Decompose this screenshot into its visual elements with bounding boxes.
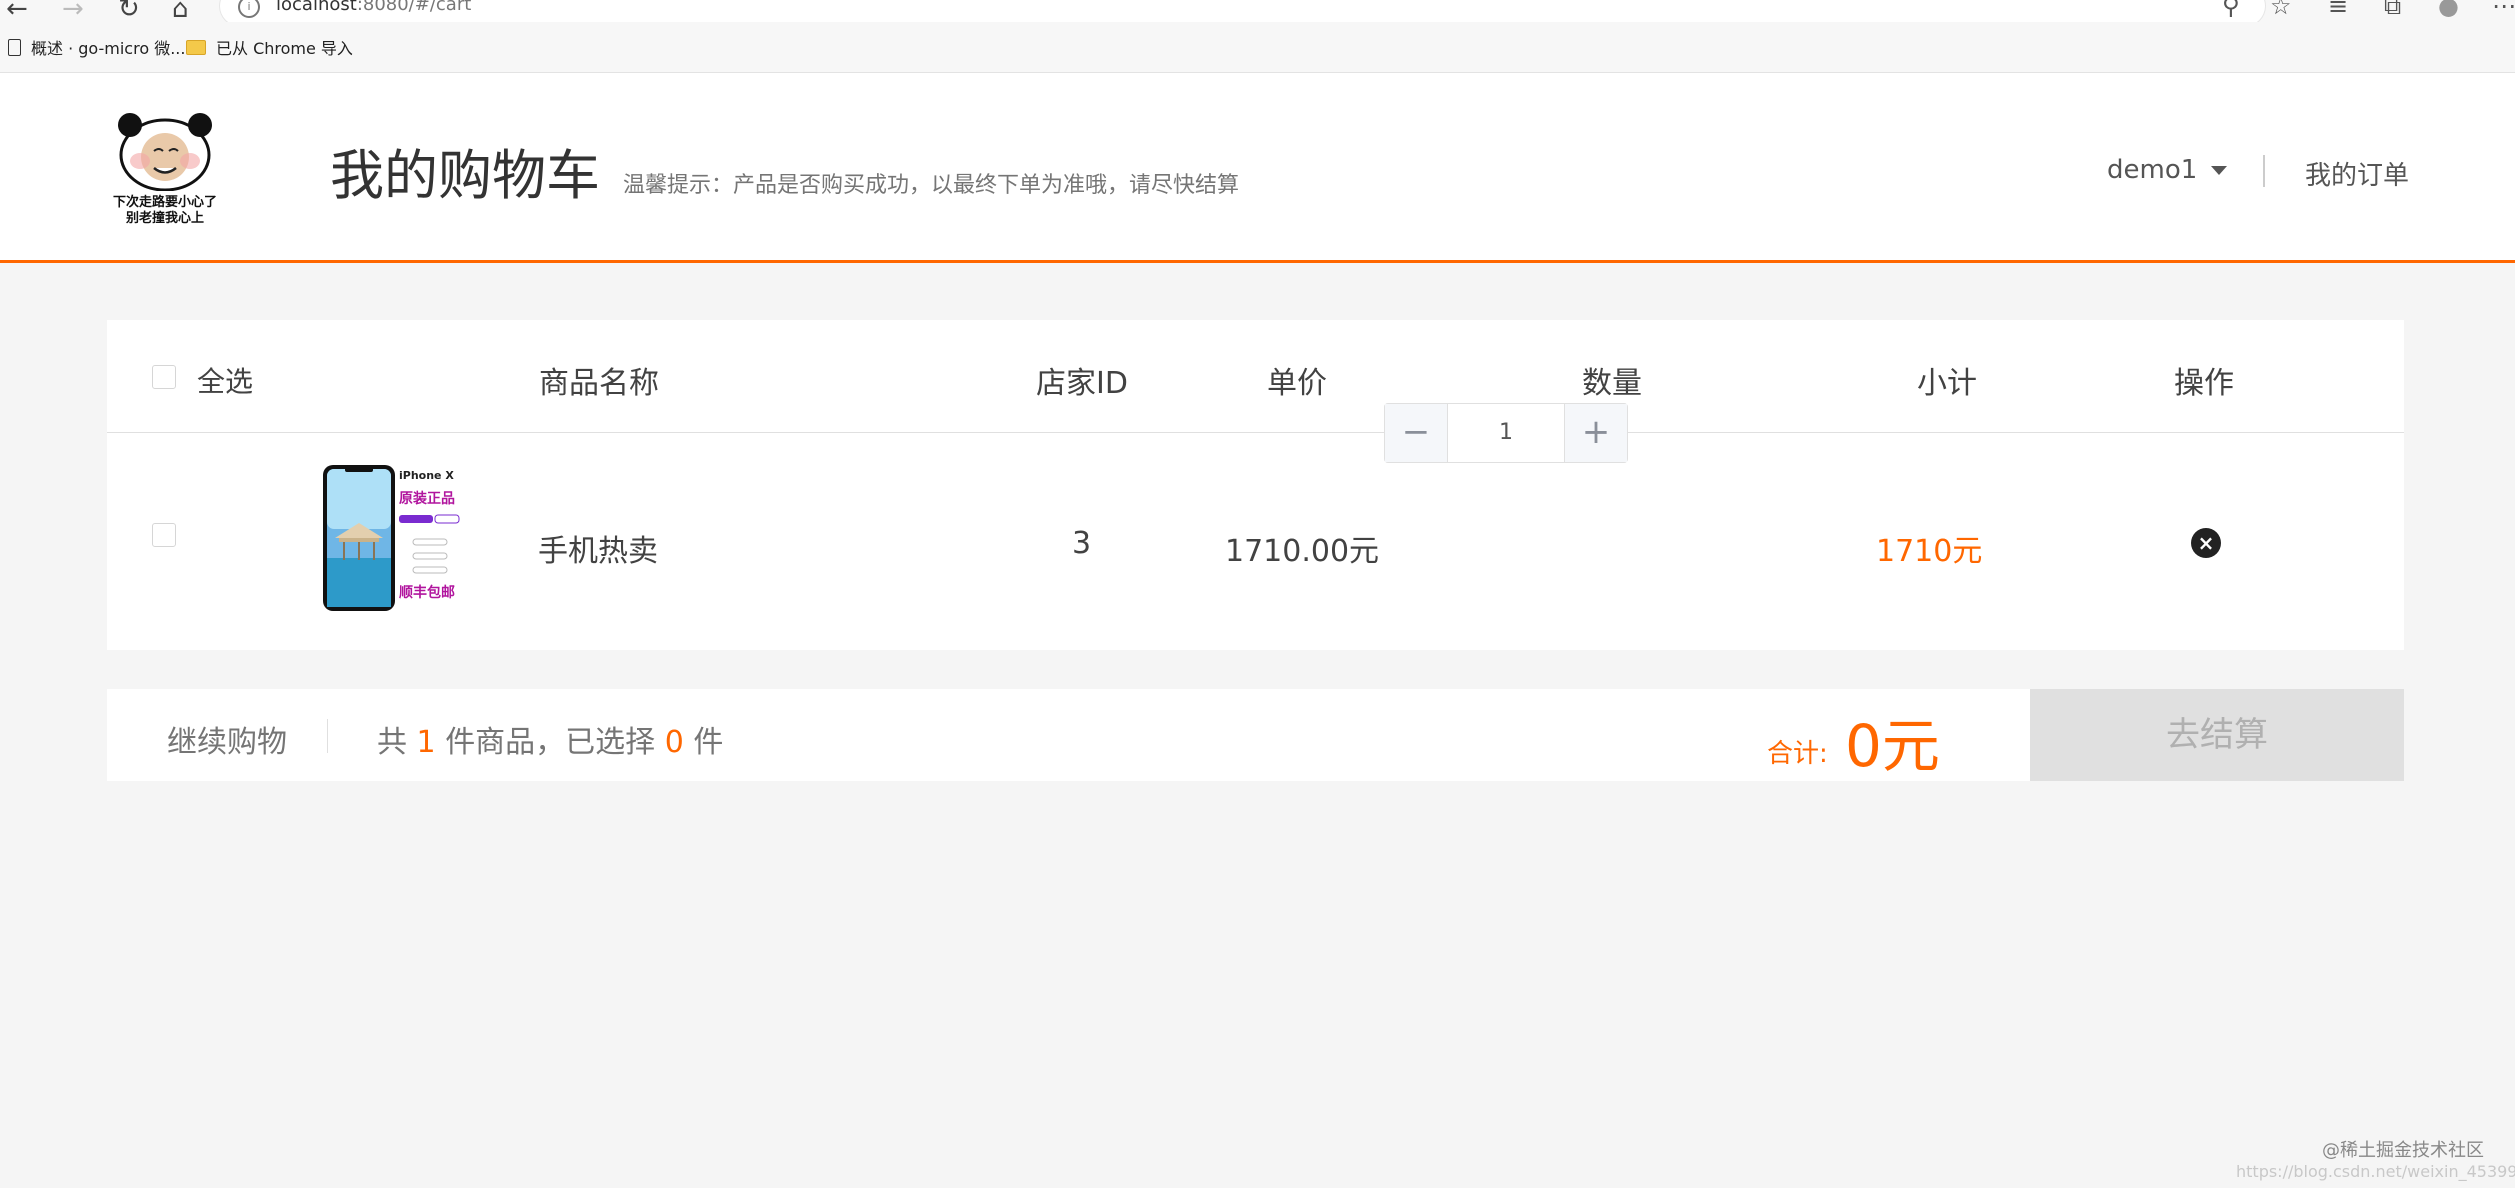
watermark-url: https://blog.csdn.net/weixin_45399523 (2236, 1162, 2515, 1181)
back-arrow-icon[interactable]: ← (6, 0, 28, 24)
item-subtotal: 1710元 (1876, 534, 1983, 569)
cart-tip: 温馨提示：产品是否购买成功，以最终下单为准哦，请尽快结算 (623, 173, 1240, 198)
bookmark-folder[interactable]: 已从 Chrome 导入 (186, 35, 353, 59)
favorite-icon[interactable]: ☆ (2270, 0, 2292, 20)
header-action: 操作 (2174, 366, 2234, 401)
forward-arrow-icon[interactable]: → (62, 0, 84, 24)
watermark: @稀土掘金技术社区 (2322, 1140, 2484, 1161)
shop-id: 3 (1072, 526, 1092, 561)
bookmarks-bar: 概述 · go-micro 微... 已从 Chrome 导入 (0, 22, 2515, 73)
product-name[interactable]: 手机热卖 (538, 526, 658, 570)
close-icon[interactable]: × (2191, 528, 2221, 558)
user-menu[interactable]: demo1 (2107, 155, 2228, 185)
plus-icon[interactable]: + (1564, 404, 1627, 462)
cart-summary-bar: 继续购物 共 1 件商品，已选择 0 件 合计: 0元 去结算 (107, 689, 2404, 781)
url-text[interactable]: localhost:8080/#/cart (276, 0, 471, 15)
summary-text: 件 (693, 725, 724, 760)
header-name: 商品名称 (539, 366, 659, 401)
bookmark-label: 已从 Chrome 导入 (216, 39, 353, 58)
logo[interactable]: 下次走路要小心了 别老撞我心上 (100, 113, 230, 231)
divider (2263, 155, 2265, 187)
more-icon[interactable]: ⋯ (2492, 0, 2515, 20)
page-title: 我的购物车 (330, 144, 600, 207)
logo-caption-line: 下次走路要小心了 (112, 195, 217, 210)
quantity-stepper[interactable]: − 1 + (1384, 403, 1628, 463)
total-count: 1 (416, 725, 436, 760)
header-quantity: 数量 (1582, 366, 1642, 401)
total-value: 0元 (1845, 712, 1940, 780)
site-header: 下次走路要小心了 别老撞我心上 我的购物车 温馨提示：产品是否购买成功，以最终下… (0, 73, 2515, 263)
selected-count: 0 (664, 725, 684, 760)
zoom-icon[interactable]: ⚲ (2222, 0, 2240, 20)
minus-icon[interactable]: − (1385, 404, 1448, 462)
product-image-model: iPhone X (399, 469, 454, 482)
my-orders-link[interactable]: 我的订单 (2305, 155, 2409, 192)
checkout-button[interactable]: 去结算 (2030, 689, 2404, 781)
reload-icon[interactable]: ↻ (118, 0, 140, 24)
caret-down-icon (2211, 165, 2228, 175)
browser-toolbar: ← → ↻ ⌂ i localhost:8080/#/cart ⚲ ☆ ≡ ⧉ … (0, 0, 2515, 26)
header-shop-id: 店家ID (1036, 366, 1128, 401)
bookmark-item[interactable]: 概述 · go-micro 微... (8, 35, 185, 59)
product-image-tag: 原装正品 (399, 490, 455, 507)
panda-face-icon (118, 113, 212, 191)
logo-caption-line: 别老撞我心上 (125, 211, 204, 226)
continue-shopping-link[interactable]: 继续购物 (167, 717, 287, 761)
folder-icon (186, 39, 206, 55)
quantity-input[interactable]: 1 (1447, 404, 1565, 462)
total-label: 合计: (1767, 739, 1828, 769)
extensions-icon[interactable]: ⧉ (2384, 0, 2401, 20)
collections-icon[interactable]: ≡ (2328, 0, 2348, 20)
product-image[interactable]: iPhone X 原装正品 顺丰包邮 (315, 463, 465, 613)
header-subtotal: 小计 (1917, 366, 1977, 401)
summary-text: 件商品，已选择 (445, 725, 656, 760)
home-icon[interactable]: ⌂ (172, 0, 189, 24)
cart-table: 全选 商品名称 店家ID 单价 数量 小计 操作 iPhone X 原装正品 顺… (107, 320, 2404, 650)
header-select-all: 全选 (197, 365, 254, 398)
header-price: 单价 (1267, 366, 1327, 401)
select-all-checkbox[interactable] (152, 365, 176, 389)
username: demo1 (2107, 155, 2198, 185)
divider (327, 719, 328, 753)
unit-price: 1710.00元 (1225, 534, 1380, 569)
item-checkbox[interactable] (152, 523, 176, 547)
logo-caption: 下次走路要小心了 别老撞我心上 (100, 195, 230, 227)
summary-text: 共 (377, 725, 407, 760)
table-header: 全选 商品名称 店家ID 单价 数量 小计 操作 (107, 320, 2404, 433)
bookmark-label: 概述 · go-micro 微... (31, 39, 186, 58)
product-image-tag: 顺丰包邮 (399, 584, 455, 601)
profile-icon[interactable]: ● (2438, 0, 2459, 20)
cart-summary: 共 1 件商品，已选择 0 件 (377, 717, 723, 761)
document-icon (8, 38, 21, 56)
